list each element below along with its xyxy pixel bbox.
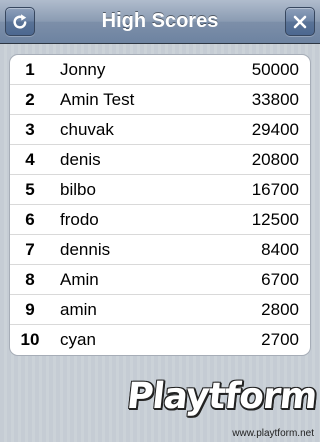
score-row[interactable]: 7 dennis 8400 xyxy=(10,235,310,265)
rank-label: 5 xyxy=(25,180,35,199)
rank-label: 1 xyxy=(25,60,35,79)
rank-label: 4 xyxy=(25,150,35,169)
rank-label: 3 xyxy=(25,120,35,139)
score-value: 16700 xyxy=(251,180,299,199)
player-name: frodo xyxy=(60,210,99,229)
player-name: bilbo xyxy=(60,180,96,199)
score-value: 20800 xyxy=(251,150,299,169)
rank-label: 2 xyxy=(25,90,35,109)
page-title: High Scores xyxy=(101,10,219,32)
high-scores-table: 1 Jonny 50000 2 Amin Test 33800 3 chuvak… xyxy=(9,54,311,356)
rank-label: 7 xyxy=(25,240,35,259)
score-row[interactable]: 8 Amin 6700 xyxy=(10,265,310,295)
score-row[interactable]: 10 cyan 2700 xyxy=(10,325,310,355)
score-value: 29400 xyxy=(251,120,299,139)
rank-label: 8 xyxy=(25,270,35,289)
score-row[interactable]: 5 bilbo 16700 xyxy=(10,175,310,205)
score-value: 8400 xyxy=(261,240,299,259)
score-row[interactable]: 9 amin 2800 xyxy=(10,295,310,325)
player-name: Amin Test xyxy=(60,90,135,109)
score-value: 6700 xyxy=(261,270,299,289)
player-name: amin xyxy=(60,300,97,319)
player-name: dennis xyxy=(60,240,111,259)
player-name: Jonny xyxy=(60,60,106,79)
close-icon xyxy=(293,15,307,28)
player-name: denis xyxy=(60,150,101,169)
player-name: chuvak xyxy=(60,120,114,139)
player-name: Amin xyxy=(60,270,99,289)
score-row[interactable]: 4 denis 20800 xyxy=(10,145,310,175)
close-button[interactable] xyxy=(285,7,315,36)
score-row[interactable]: 1 Jonny 50000 xyxy=(10,55,310,85)
navigation-bar: High Scores xyxy=(0,0,320,44)
score-row[interactable]: 6 frodo 12500 xyxy=(10,205,310,235)
score-value: 33800 xyxy=(251,90,299,109)
rank-label: 9 xyxy=(25,300,35,319)
score-value: 12500 xyxy=(251,210,299,229)
watermark-logo: Playtform xyxy=(124,376,319,417)
watermark-url: www.playtform.net xyxy=(232,428,314,439)
rank-label: 6 xyxy=(25,210,35,229)
score-value: 2800 xyxy=(261,300,299,319)
score-value: 50000 xyxy=(251,60,299,79)
score-value: 2700 xyxy=(261,330,299,349)
rank-label: 10 xyxy=(20,330,40,349)
player-name: cyan xyxy=(60,330,96,349)
score-row[interactable]: 3 chuvak 29400 xyxy=(10,115,310,145)
score-row[interactable]: 2 Amin Test 33800 xyxy=(10,85,310,115)
playtform-watermark: Playtform www.playtform.net xyxy=(125,375,319,439)
